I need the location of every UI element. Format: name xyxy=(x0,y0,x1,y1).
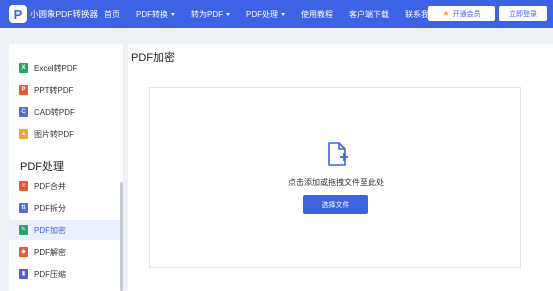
app-logo-icon[interactable]: P xyxy=(9,5,27,23)
sidebar-item[interactable]: ▮ PDF压缩 xyxy=(9,264,123,284)
nav-item-label: PDF转换 xyxy=(136,9,168,19)
nav-item[interactable]: PDF转换 xyxy=(136,9,175,20)
sidebar-scrollbar[interactable] xyxy=(120,182,123,291)
split-icon: ⇅ xyxy=(19,203,28,213)
image-file-icon: ▲ xyxy=(19,129,28,139)
nav-item-label: 使用教程 xyxy=(301,9,333,19)
main-nav: 首页 PDF转换 转为PDF PDF处理 使用教程 客户端下载 联系我们 xyxy=(104,0,453,28)
logo-letter: P xyxy=(13,6,23,22)
chevron-down-icon xyxy=(281,12,285,16)
sidebar-item[interactable]: P PPT转PDF xyxy=(9,80,123,100)
nav-item[interactable]: 客户端下载 xyxy=(349,9,389,20)
drop-hint-text: 点击添加或拖拽文件至此处 xyxy=(288,178,384,187)
sidebar-item-label: PDF解密 xyxy=(34,247,66,257)
compress-icon: ▮ xyxy=(19,269,28,279)
sidebar: X Excel转PDF P PPT转PDF C CAD转PDF ▲ 图片转PDF PDF处理 … xyxy=(9,44,123,291)
file-drop-zone[interactable]: 点击添加或拖拽文件至此处 选择文件 xyxy=(149,87,521,268)
chevron-down-icon xyxy=(171,12,175,16)
page-title: PDF加密 xyxy=(131,52,175,64)
sidebar-item[interactable]: X Excel转PDF xyxy=(9,58,123,78)
nav-item-label: 首页 xyxy=(104,9,120,19)
cad-file-icon: C xyxy=(19,107,28,117)
section-title-pdf-process: PDF处理 xyxy=(20,161,64,173)
main-panel: PDF加密 点击添加或拖拽文件至此处 选择文件 xyxy=(128,44,553,291)
top-header: P 小圆象PDF转换器 首页 PDF转换 转为PDF PDF处理 使用教程 客户端下载 联系… xyxy=(0,0,553,28)
sidebar-item[interactable]: ⇅ PDF拆分 xyxy=(9,198,123,218)
sidebar-item[interactable]: C CAD转PDF xyxy=(9,102,123,122)
sidebar-item-label: PDF压缩 xyxy=(34,269,66,279)
sidebar-item[interactable]: ✎ PDF加密 xyxy=(9,220,123,240)
sidebar-item-label: PDF加密 xyxy=(34,225,66,235)
encrypt-icon: ✎ xyxy=(19,225,28,235)
nav-item[interactable]: 使用教程 xyxy=(301,9,333,20)
vip-button[interactable]: ★ 开通会员 xyxy=(428,6,495,21)
nav-item-label: PDF处理 xyxy=(246,9,278,19)
vip-button-label: 开通会员 xyxy=(452,10,481,18)
nav-item-label: 客户端下载 xyxy=(349,9,389,19)
sidebar-item[interactable]: ≡ PDF合并 xyxy=(9,176,123,196)
excel-file-icon: X xyxy=(19,63,28,73)
chevron-down-icon xyxy=(226,12,230,16)
sidebar-item-label: 图片转PDF xyxy=(34,129,74,139)
star-icon: ★ xyxy=(442,9,450,18)
nav-item[interactable]: 首页 xyxy=(104,9,120,20)
ppt-file-icon: P xyxy=(19,85,28,95)
nav-item[interactable]: 转为PDF xyxy=(191,9,230,20)
login-button[interactable]: 立即登录 xyxy=(499,6,547,21)
add-file-icon xyxy=(328,142,348,166)
sidebar-item-label: PPT转PDF xyxy=(34,85,74,95)
decrypt-icon: ◆ xyxy=(19,247,28,257)
select-file-button[interactable]: 选择文件 xyxy=(303,195,368,214)
sidebar-item-label: CAD转PDF xyxy=(34,107,75,117)
sidebar-item[interactable]: ▲ 图片转PDF xyxy=(9,124,123,144)
sidebar-item-label: PDF拆分 xyxy=(34,203,66,213)
nav-item[interactable]: PDF处理 xyxy=(246,9,285,20)
nav-item-label: 转为PDF xyxy=(191,9,223,19)
app-title[interactable]: 小圆象PDF转换器 xyxy=(30,8,98,20)
merge-icon: ≡ xyxy=(19,181,28,191)
sidebar-item[interactable]: ◆ PDF解密 xyxy=(9,242,123,262)
sidebar-item-label: Excel转PDF xyxy=(34,63,78,73)
sidebar-item-label: PDF合并 xyxy=(34,181,66,191)
